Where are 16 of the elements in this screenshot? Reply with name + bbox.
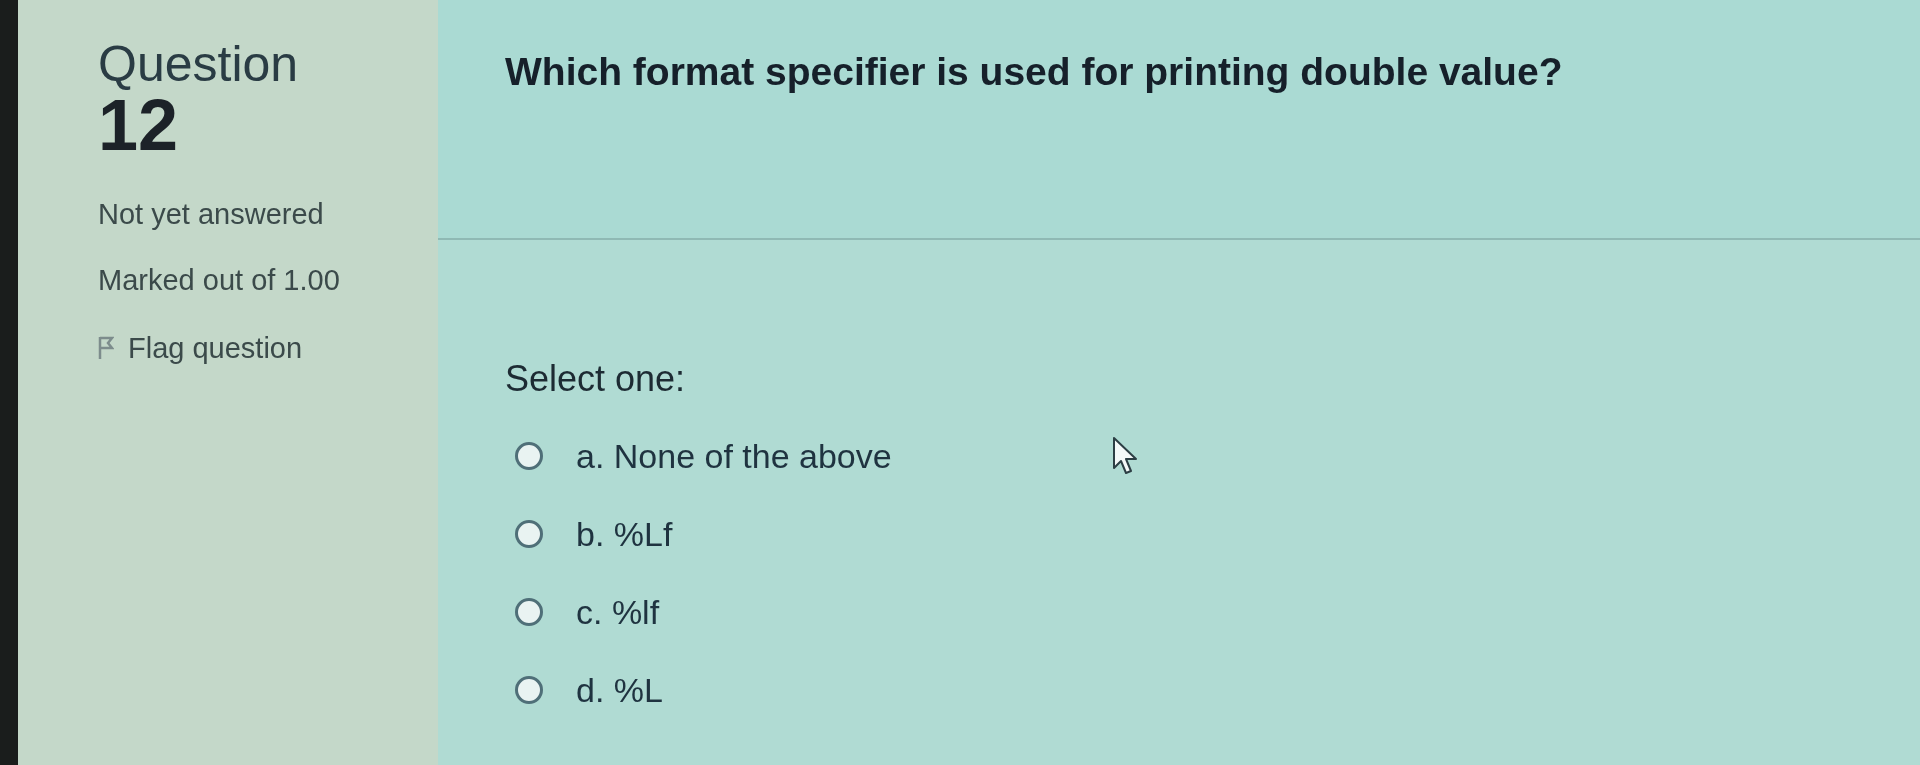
option-label[interactable]: d. %L [576,670,663,710]
radio-button[interactable] [515,442,543,470]
radio-button[interactable] [515,598,543,626]
pointer-cursor-icon [1112,436,1140,476]
question-text: Which format specifier is used for printing double value? [505,50,1563,94]
option-label[interactable]: a. None of the above [576,436,892,476]
flag-button[interactable]: Flag question [98,332,303,364]
question-label: Question [98,36,299,92]
radio-button[interactable] [515,676,543,704]
status-text: Not yet answered [98,198,324,230]
question-number: 12 [98,92,179,158]
radio-button[interactable] [515,520,543,548]
select-prompt: Select one: [505,358,686,400]
option-label[interactable]: c. %lf [576,592,660,632]
marks-text: Marked out of 1.00 [98,264,340,296]
option-label[interactable]: b. %Lf [576,514,673,554]
